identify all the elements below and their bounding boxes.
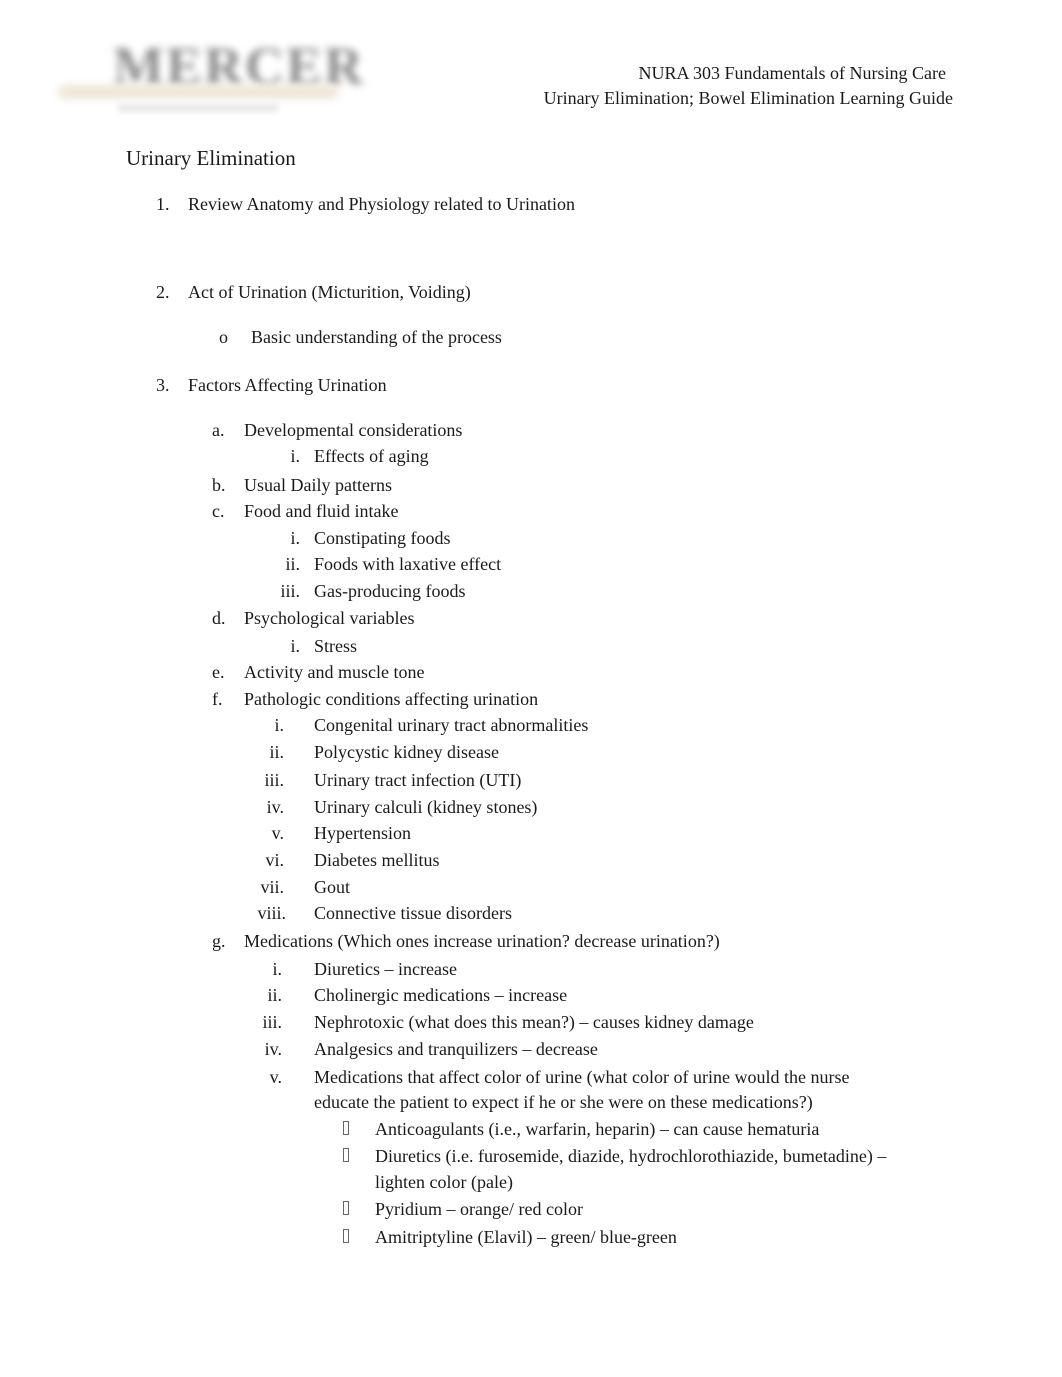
list-marker: vi. (265, 850, 284, 870)
list-item-text: Activity and muscle tone (244, 662, 425, 682)
list-item-text: Connective tissue disorders (314, 903, 512, 923)
list-item-text: Effects of aging (314, 446, 429, 466)
list-item-text: Amitriptyline (Elavil) – green/ blue-gre… (375, 1227, 677, 1247)
list-item-text: Pyridium – orange/ red color (375, 1199, 583, 1219)
list-item-text: Urinary tract infection (UTI) (314, 770, 522, 790)
list-item-text: Factors Affecting Urination (188, 375, 387, 395)
bullet-icon (343, 1148, 349, 1167)
list-marker: b. (212, 475, 226, 495)
list-marker: c. (212, 501, 225, 521)
list-item-text: Cholinergic medications – increase (314, 985, 568, 1005)
list-marker: i. (290, 446, 300, 466)
list-marker: 1. (156, 194, 170, 214)
list-item-text: Medications (Which ones increase urinati… (244, 931, 720, 951)
list-item-text-continued: lighten color (pale) (375, 1172, 513, 1192)
list-marker: ii. (285, 554, 300, 574)
list-marker: g. (212, 931, 226, 951)
list-marker: iii. (264, 770, 284, 790)
list-item-text: Food and fluid intake (244, 501, 399, 521)
bullet-icon (343, 1201, 349, 1220)
list-item-text: Gas-producing foods (314, 581, 466, 601)
list-marker: ii. (267, 985, 282, 1005)
list-item-text: Foods with laxative effect (314, 554, 502, 574)
list-marker: i. (274, 715, 284, 735)
guide-title: Urinary Elimination; Bowel Elimination L… (543, 88, 953, 108)
list-item-text: Urinary calculi (kidney stones) (314, 797, 538, 817)
list-marker: iv. (264, 1039, 282, 1059)
list-marker: viii. (257, 903, 286, 923)
list-marker: 2. (156, 282, 170, 302)
list-marker: iii. (262, 1012, 282, 1032)
list-item-text: Diabetes mellitus (314, 850, 440, 870)
list-item-text: Congenital urinary tract abnormalities (314, 715, 589, 735)
bullet-icon (343, 1121, 349, 1140)
logo-subtitle-bar (118, 104, 278, 112)
list-marker: iv. (266, 797, 284, 817)
bullet-icon (343, 1229, 349, 1248)
list-item-text: Nephrotoxic (what does this mean?) – cau… (314, 1012, 754, 1032)
list-item-text: Anticoagulants (i.e., warfarin, heparin)… (375, 1119, 820, 1139)
list-marker: v. (271, 823, 284, 843)
list-item-text: Diuretics – increase (314, 959, 457, 979)
list-item-text: Diuretics (i.e. furosemide, diazide, hyd… (375, 1146, 887, 1166)
list-item-text: Constipating foods (314, 528, 451, 548)
list-item-text: Usual Daily patterns (244, 475, 392, 495)
list-item-text: Analgesics and tranquilizers – decrease (314, 1039, 598, 1059)
list-item-text: Pathologic conditions affecting urinatio… (244, 689, 539, 709)
list-marker: e. (212, 662, 225, 682)
list-marker: ii. (269, 742, 284, 762)
list-item-text: Hypertension (314, 823, 411, 843)
mercer-logo: MERCER (58, 30, 363, 122)
list-item-text: Psychological variables (244, 608, 415, 628)
list-marker: f. (212, 689, 223, 709)
logo-gold-bar (58, 85, 338, 99)
list-marker: vii. (260, 877, 284, 897)
list-marker: i. (290, 528, 300, 548)
bullet-o: o (219, 327, 228, 347)
section-title: Urinary Elimination (126, 146, 296, 170)
list-item-text: Basic understanding of the process (251, 327, 502, 347)
course-title: NURA 303 Fundamentals of Nursing Care (638, 63, 946, 83)
list-item-text: Medications that affect color of urine (… (314, 1067, 850, 1087)
list-marker: a. (212, 420, 225, 440)
list-marker: i. (272, 959, 282, 979)
list-item-text: Polycystic kidney disease (314, 742, 499, 762)
list-item-text-continued: educate the patient to expect if he or s… (314, 1092, 813, 1112)
list-item-text: Gout (314, 877, 350, 897)
list-marker: i. (290, 636, 300, 656)
list-marker: iii. (280, 581, 300, 601)
list-marker: d. (212, 608, 226, 628)
list-item-text: Stress (314, 636, 358, 656)
list-item-text: Review Anatomy and Physiology related to… (188, 194, 575, 214)
list-item-text: Developmental considerations (244, 420, 463, 440)
list-marker: v. (269, 1067, 282, 1087)
list-marker: 3. (156, 375, 170, 395)
list-item-text: Act of Urination (Micturition, Voiding) (188, 282, 471, 302)
